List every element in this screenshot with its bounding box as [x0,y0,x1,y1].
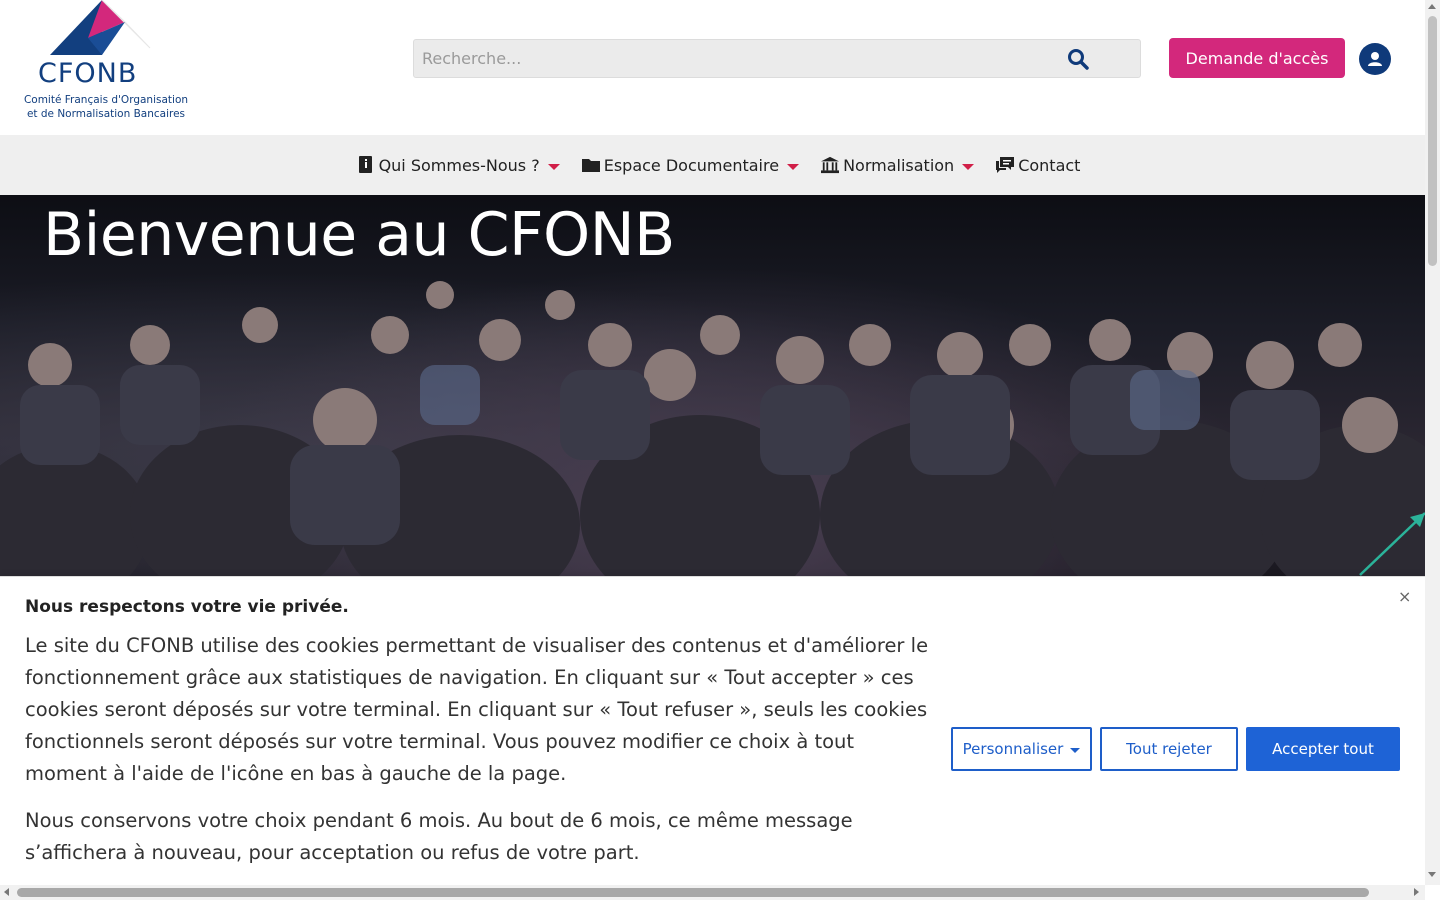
close-icon[interactable]: × [1398,587,1411,606]
customize-label: Personnaliser [962,740,1064,758]
folder-icon [581,156,600,174]
scroll-right-icon[interactable] [1414,888,1419,896]
access-request-button[interactable]: Demande d'accès [1169,38,1345,78]
search-icon[interactable] [1066,47,1090,71]
nav-label-documents: Espace Documentaire [603,155,780,175]
nav-item-contact[interactable]: Contact [996,156,1080,175]
hero-banner: Bienvenue au CFONB [0,195,1425,577]
cookie-text-retention: Nous conservons votre choix pendant 6 mo… [25,809,853,864]
book-info-icon [357,156,375,174]
nav-item-about[interactable]: Qui Sommes-Nous ? [357,156,560,175]
nav-item-documents[interactable]: Espace Documentaire [581,155,800,175]
cookie-title: Nous respectons votre vie privée. [25,597,349,617]
vertical-scroll-thumb[interactable] [1428,16,1437,266]
hero-title: Bienvenue au CFONB [43,200,675,270]
chat-icon [996,156,1015,174]
horizontal-scroll-thumb[interactable] [17,888,1369,897]
chevron-down-icon [547,163,560,170]
search-box [413,39,1141,78]
logo-subtitle: Comité Français d'Organisation et de Nor… [10,93,202,121]
logo-subtitle-line1: Comité Français d'Organisation [23,94,189,106]
customize-button[interactable]: Personnaliser [951,727,1092,771]
horizontal-scrollbar[interactable] [0,885,1425,900]
logo-subtitle-line2: et de Normalisation Bancaires [26,108,186,120]
cfonb-logo[interactable]: CFONB Comité Français d'Organisation et … [10,0,202,122]
chevron-down-icon [787,163,800,170]
site-header: CFONB Comité Français d'Organisation et … [0,0,1425,135]
chevron-down-icon [1070,747,1081,753]
nav-label-about: Qui Sommes-Nous ? [378,155,540,175]
nav-item-normalisation[interactable]: Normalisation [821,155,975,175]
nav-label-normalisation: Normalisation [843,155,955,175]
chevron-down-icon [962,163,975,170]
main-nav: Qui Sommes-Nous ? Espace Documentaire No… [0,135,1425,195]
bank-icon [821,156,840,174]
logo-wordmark: CFONB [38,58,138,89]
cookie-text: Le site du CFONB utilise des cookies per… [25,634,929,785]
scroll-up-icon[interactable] [1428,4,1436,9]
cookie-banner: Nous respectons votre vie privée. Le sit… [0,576,1425,886]
search-input[interactable] [414,40,1140,77]
logo-triangle-icon [50,0,151,55]
vertical-scrollbar[interactable] [1425,0,1440,885]
scroll-down-icon[interactable] [1428,872,1436,877]
reject-all-button[interactable]: Tout rejeter [1100,727,1238,771]
scroll-left-icon[interactable] [4,888,9,896]
user-circle-icon[interactable] [1359,43,1391,75]
accept-all-button[interactable]: Accepter tout [1246,727,1400,771]
nav-label-contact: Contact [1018,155,1081,175]
